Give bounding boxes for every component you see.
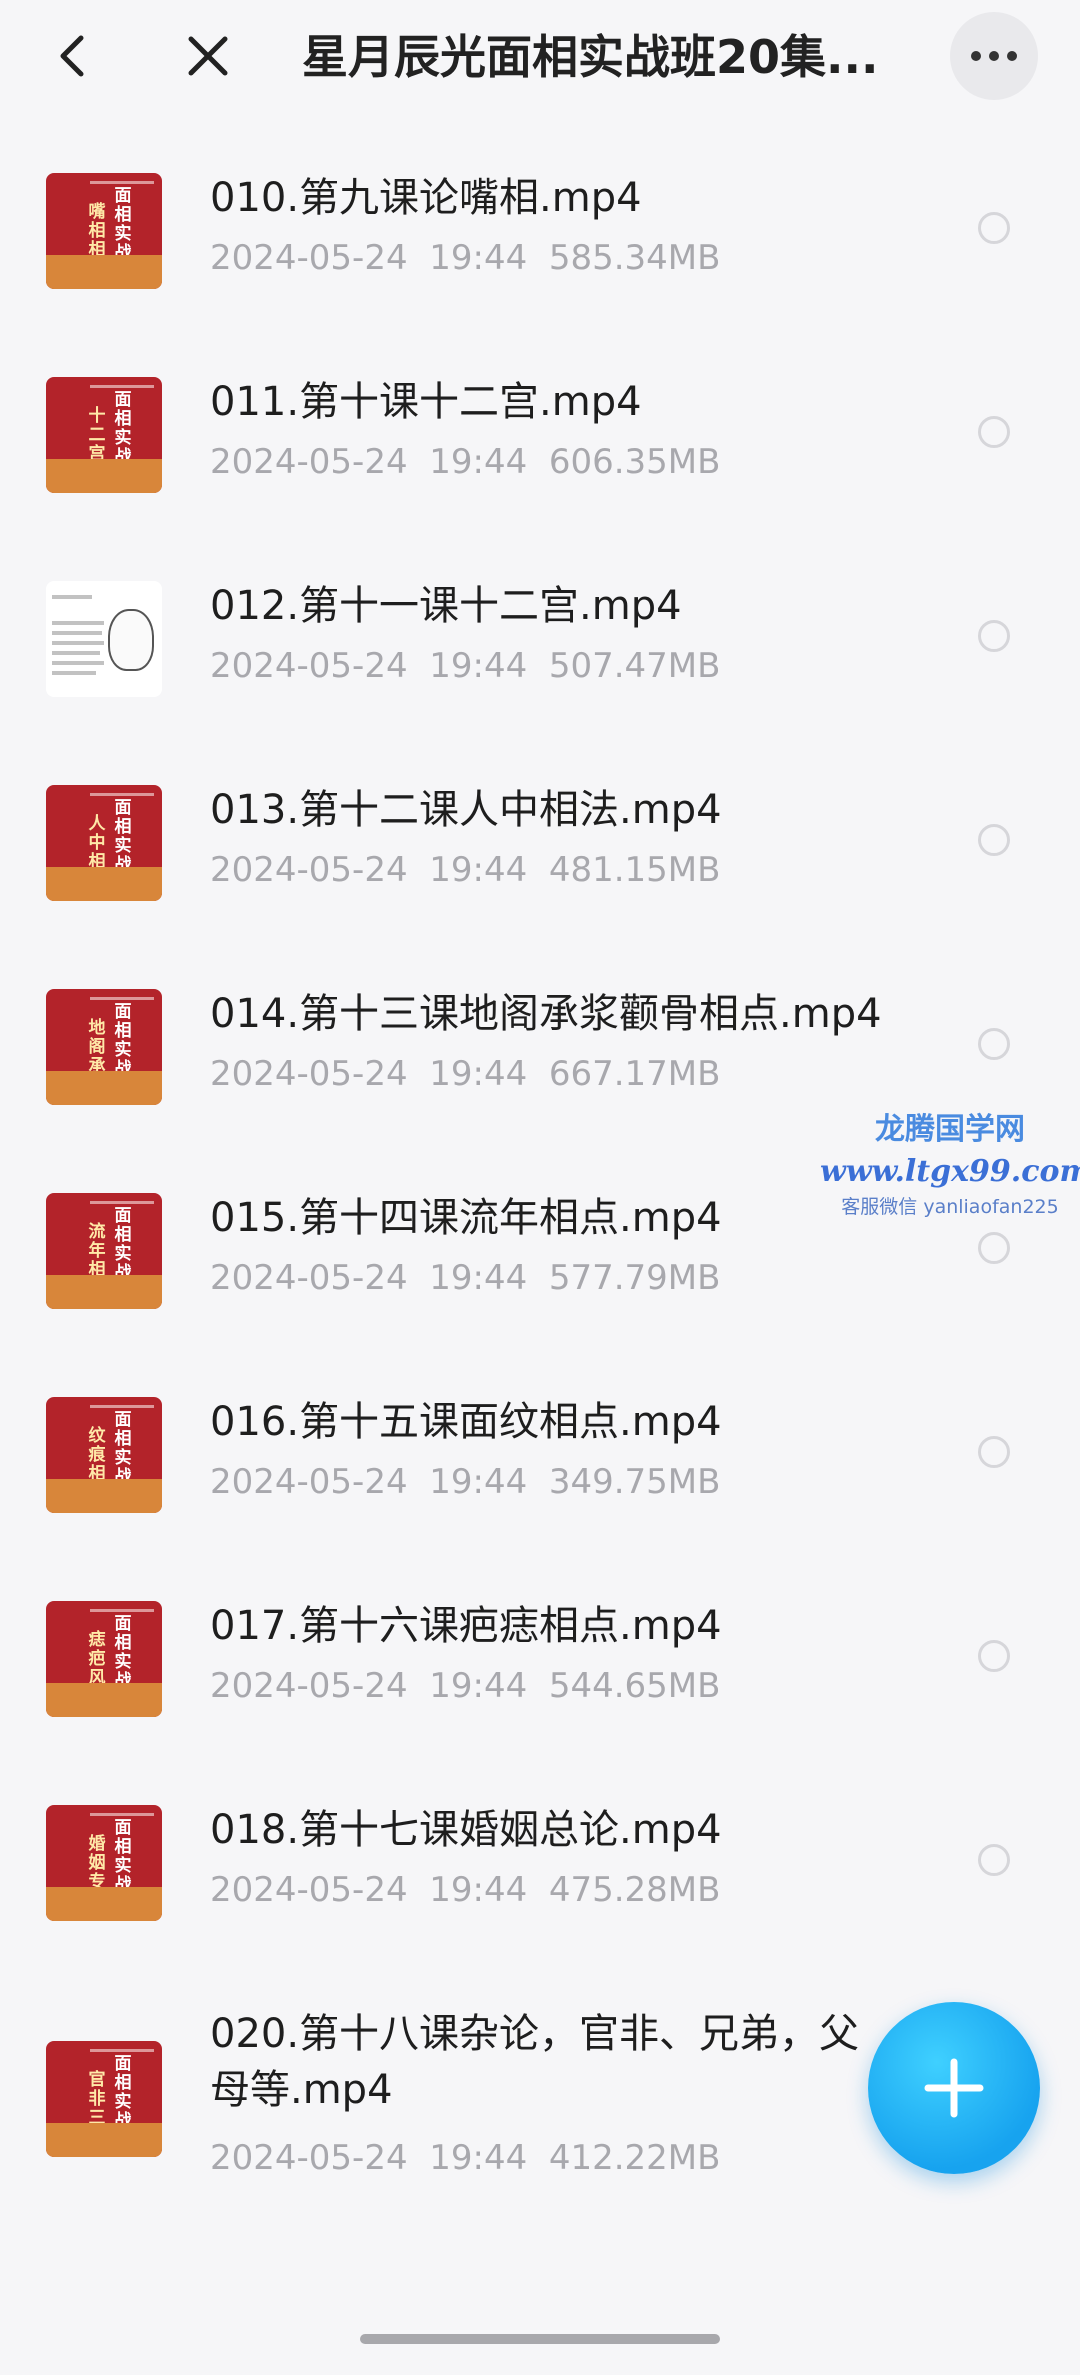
select-radio[interactable]	[978, 416, 1010, 448]
file-item[interactable]: 面相实战 纹痕相点 016.第十五课面纹相点.mp4 2024-05-24 19…	[0, 1346, 1080, 1550]
file-name: 015.第十四课流年相点.mp4	[210, 1195, 722, 1241]
file-meta: 2024-05-24 19:44 507.47MB	[210, 646, 721, 686]
video-thumbnail: 面相实战 十二宫	[46, 377, 162, 493]
file-meta: 2024-05-24 19:44 585.34MB	[210, 238, 721, 278]
video-thumbnail: 面相实战 流年相点	[46, 1193, 162, 1309]
add-button[interactable]	[868, 2002, 1040, 2174]
file-name: 014.第十三课地阁承浆颧骨相点.mp4	[210, 991, 882, 1037]
file-name: 011.第十课十二宫.mp4	[210, 379, 642, 425]
file-name: 020.第十八课杂论，官非、兄弟，父母等.mp4	[210, 2011, 860, 2113]
watermark-contact: 客服微信 yanliaofan225	[841, 1196, 1059, 1218]
file-item[interactable]: 面相实战 痣疤风水 017.第十六课疤痣相点.mp4 2024-05-24 19…	[0, 1550, 1080, 1754]
file-name: 017.第十六课疤痣相点.mp4	[210, 1603, 722, 1649]
file-item[interactable]: 面相实战 人中相点 013.第十二课人中相法.mp4 2024-05-24 19…	[0, 734, 1080, 938]
video-thumbnail: 面相实战 纹痕相点	[46, 1397, 162, 1513]
file-name: 016.第十五课面纹相点.mp4	[210, 1399, 722, 1445]
close-icon	[188, 36, 228, 76]
select-radio[interactable]	[978, 1436, 1010, 1468]
file-item[interactable]: 面相实战 婚姻专论 018.第十七课婚姻总论.mp4 2024-05-24 19…	[0, 1754, 1080, 1958]
select-radio[interactable]	[978, 212, 1010, 244]
chevron-left-icon	[60, 35, 84, 77]
file-name: 018.第十七课婚姻总论.mp4	[210, 1807, 722, 1853]
file-name: 013.第十二课人中相法.mp4	[210, 787, 722, 833]
select-radio[interactable]	[978, 1844, 1010, 1876]
file-meta: 2024-05-24 19:44 475.28MB	[210, 1870, 721, 1910]
video-thumbnail: 面相实战 官非三关论	[46, 2041, 162, 2157]
more-button[interactable]	[950, 12, 1038, 100]
video-thumbnail: 面相实战 人中相点	[46, 785, 162, 901]
back-button[interactable]	[44, 24, 100, 88]
watermark-title: 龙腾国学网	[875, 1112, 1025, 1147]
close-button[interactable]	[178, 24, 238, 88]
file-meta: 2024-05-24 19:44 481.15MB	[210, 850, 721, 890]
file-name: 010.第九课论嘴相.mp4	[210, 175, 642, 221]
select-radio[interactable]	[978, 1028, 1010, 1060]
home-indicator[interactable]	[360, 2334, 720, 2344]
select-radio[interactable]	[978, 824, 1010, 856]
file-name: 012.第十一课十二宫.mp4	[210, 583, 682, 629]
file-meta: 2024-05-24 19:44 544.65MB	[210, 1666, 721, 1706]
file-item[interactable]: 面相实战 嘴相相点 010.第九课论嘴相.mp4 2024-05-24 19:4…	[0, 122, 1080, 326]
video-thumbnail: 面相实战 地阁承浆	[46, 989, 162, 1105]
file-meta: 2024-05-24 19:44 667.17MB	[210, 1054, 721, 1094]
select-radio[interactable]	[978, 620, 1010, 652]
watermark-url: www.ltgx99.com	[820, 1154, 1080, 1189]
more-horizontal-icon	[971, 51, 1017, 61]
file-item[interactable]: 面相实战 十二宫 011.第十课十二宫.mp4 2024-05-24 19:44…	[0, 326, 1080, 530]
file-meta: 2024-05-24 19:44 412.22MB	[210, 2138, 721, 2178]
select-radio[interactable]	[978, 1232, 1010, 1264]
plus-icon	[924, 2058, 984, 2118]
top-bar: 星月辰光面相实战班20集...	[0, 0, 1080, 112]
file-meta: 2024-05-24 19:44 577.79MB	[210, 1258, 721, 1298]
video-thumbnail: 面相实战 婚姻专论	[46, 1805, 162, 1921]
video-thumbnail: 面相实战 痣疤风水	[46, 1601, 162, 1717]
video-thumbnail: 面相实战 嘴相相点	[46, 173, 162, 289]
select-radio[interactable]	[978, 1640, 1010, 1672]
page-title: 星月辰光面相实战班20集...	[302, 30, 879, 84]
file-item[interactable]: 012.第十一课十二宫.mp4 2024-05-24 19:44 507.47M…	[0, 530, 1080, 734]
document-thumbnail	[46, 581, 162, 697]
watermark: 龙腾国学网 www.ltgx99.com 客服微信 yanliaofan225	[820, 1108, 1080, 1222]
file-meta: 2024-05-24 19:44 349.75MB	[210, 1462, 721, 1502]
file-meta: 2024-05-24 19:44 606.35MB	[210, 442, 721, 482]
